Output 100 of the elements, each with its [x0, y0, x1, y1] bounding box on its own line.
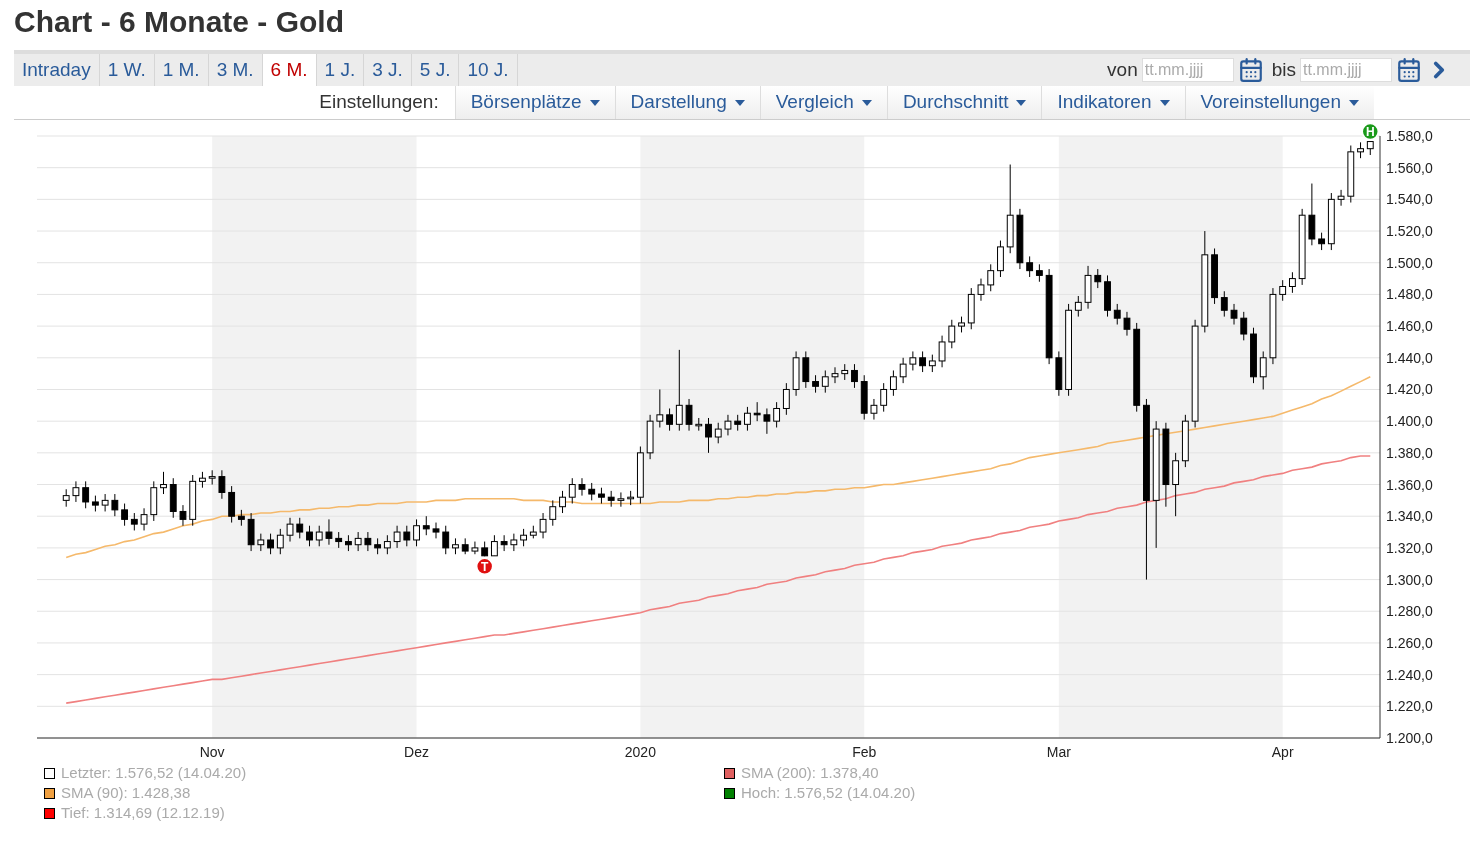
candlestick [500, 534, 508, 552]
candlestick [802, 350, 810, 389]
y-tick-label: 1.340,0 [1386, 508, 1433, 525]
candlestick [345, 534, 352, 552]
candlestick [958, 316, 965, 333]
candlestick [520, 528, 527, 547]
settings-dropdown[interactable]: Indikatoren [1041, 86, 1185, 119]
y-tick-label: 1.360,0 [1386, 476, 1433, 493]
candlestick [744, 406, 751, 432]
to-label: bis [1271, 57, 1296, 82]
y-tick-label: 1.440,0 [1386, 349, 1433, 366]
candlestick [121, 503, 128, 527]
candlestick [919, 350, 926, 373]
range-tab[interactable]: 1 M. [154, 54, 209, 86]
candlestick [471, 541, 479, 555]
candlestick [977, 278, 985, 302]
settings-dropdown[interactable]: Börsenplätze [454, 86, 615, 119]
caret-icon [861, 99, 872, 106]
candlestick [1289, 271, 1296, 294]
candlestick [140, 507, 148, 531]
candlestick [685, 398, 693, 432]
candlestick [150, 480, 158, 522]
candlestick [160, 471, 167, 495]
from-date-field[interactable]: tt.mm.jjjj [1141, 58, 1234, 82]
calendar-icon[interactable] [1396, 57, 1422, 83]
candlestick [1055, 350, 1063, 397]
candlestick [111, 493, 119, 517]
candlestick [208, 469, 216, 486]
range-tab[interactable]: 3 J. [364, 54, 412, 86]
calendar-icon[interactable] [1237, 57, 1264, 83]
candlestick [335, 531, 343, 549]
from-label: von [1107, 57, 1138, 82]
candlestick [1250, 327, 1257, 384]
candlestick [617, 491, 625, 508]
range-tab[interactable]: 1 W. [99, 54, 155, 86]
settings-dropdown[interactable]: Darstellung [614, 86, 760, 119]
candlestick [393, 525, 401, 549]
settings-dropdown[interactable]: Voreinstellungen [1184, 86, 1374, 119]
y-tick-label: 1.260,0 [1386, 634, 1433, 651]
settings-dropdown[interactable]: Vergleich [759, 86, 887, 119]
range-tab[interactable]: 1 J. [316, 54, 365, 86]
candlestick [286, 517, 294, 543]
candlestick [695, 417, 703, 432]
candlestick [510, 533, 518, 552]
candlestick [559, 490, 566, 514]
candlestick [821, 369, 829, 394]
y-tick-label: 1.560,0 [1386, 159, 1433, 176]
candlestick [257, 533, 265, 552]
candlestick [276, 528, 284, 555]
candlestick [938, 335, 946, 368]
y-tick-label: 1.220,0 [1386, 698, 1433, 715]
y-tick-label: 1.320,0 [1386, 539, 1433, 556]
candlestick [1259, 350, 1267, 390]
caret-icon [734, 99, 745, 106]
candlestick [1347, 145, 1355, 204]
candlestick [1016, 208, 1024, 270]
candlestick [880, 382, 888, 413]
range-tab[interactable]: 3 M. [208, 54, 263, 86]
candlestick [753, 401, 761, 422]
legend-text: Hoch: 1.576,52 (14.04.20) [741, 784, 916, 802]
candlestick [724, 414, 732, 436]
candlestick [296, 517, 304, 539]
candlestick [1084, 265, 1092, 310]
candlestick [179, 504, 187, 527]
candlestick [899, 357, 907, 384]
candlestick [646, 414, 654, 460]
candlestick [199, 471, 206, 489]
candlestick [354, 531, 362, 552]
page-title: Chart - 6 Monate - Gold [13, 4, 345, 40]
candlestick [529, 525, 537, 539]
range-tab[interactable]: Intraday [14, 54, 100, 86]
candlestick [1308, 183, 1316, 246]
candlestick [1366, 141, 1374, 156]
y-tick-label: 1.400,0 [1386, 413, 1433, 430]
candlestick [72, 480, 80, 503]
range-tab[interactable]: 6 M. [262, 54, 317, 86]
candlestick [189, 474, 197, 527]
candlestick [666, 408, 673, 432]
y-tick-label: 1.480,0 [1386, 286, 1433, 303]
candlestick [1240, 311, 1248, 341]
candlestick [267, 533, 274, 555]
to-date-field[interactable]: tt.mm.jjjj [1300, 58, 1392, 82]
marker-badge: H [1361, 122, 1379, 141]
settings-label: Einstellungen: [319, 90, 439, 115]
candlestick [306, 525, 313, 547]
legend-text: SMA (200): 1.378,40 [741, 764, 879, 782]
candlestick [734, 414, 742, 432]
candlestick [948, 319, 956, 349]
candlestick [130, 512, 138, 531]
y-tick-label: 1.460,0 [1386, 318, 1433, 335]
candlestick [1357, 141, 1364, 159]
legend-text: SMA (90): 1.428,38 [61, 784, 191, 802]
candlestick [909, 350, 917, 371]
candlestick [656, 388, 664, 428]
candlestick [763, 408, 771, 435]
settings-dropdown[interactable]: Durchschnitt [886, 86, 1042, 119]
caret-icon [1016, 99, 1027, 106]
candlestick [851, 363, 858, 389]
candlestick [1123, 311, 1131, 337]
candlestick [1104, 274, 1111, 318]
